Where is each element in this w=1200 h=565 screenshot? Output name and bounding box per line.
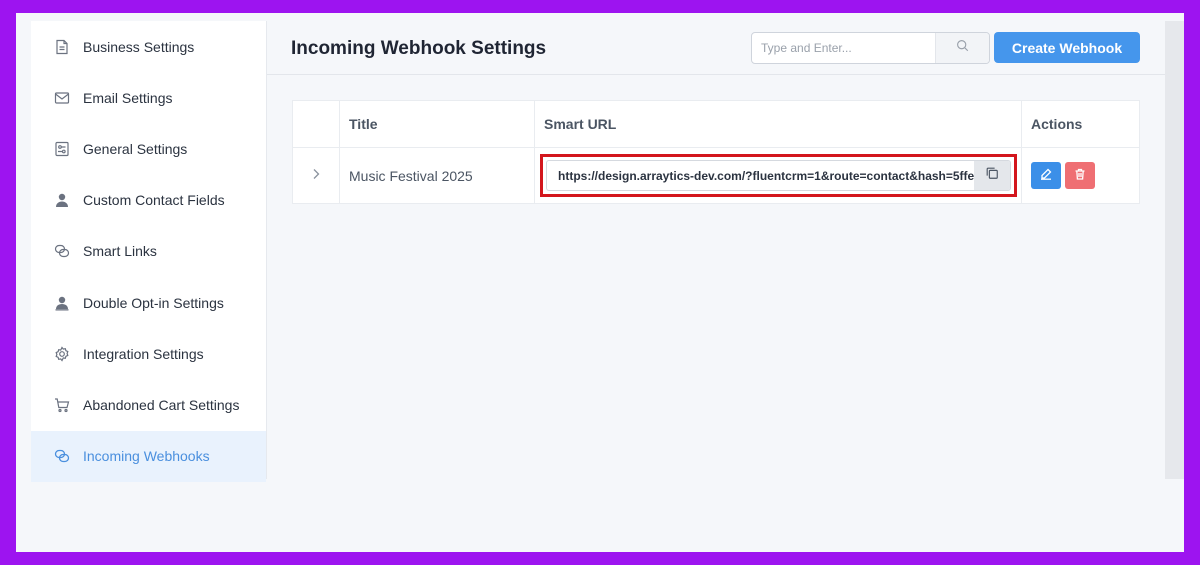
smart-url-text[interactable]: https://design.arraytics-dev.com/?fluent… [547, 169, 974, 183]
user-check-icon [53, 294, 71, 312]
table-row: Music Festival 2025 https://design.array… [293, 148, 1139, 203]
create-webhook-button[interactable]: Create Webhook [994, 32, 1140, 63]
sidebar-item-general-settings[interactable]: General Settings [31, 123, 266, 174]
trash-icon [1074, 167, 1086, 185]
smart-url-field: https://design.arraytics-dev.com/?fluent… [546, 160, 1011, 191]
search-button[interactable] [935, 33, 989, 63]
sidebar-item-label: Custom Contact Fields [83, 192, 225, 209]
delete-button[interactable] [1065, 162, 1095, 189]
column-header-title: Title [340, 101, 535, 147]
actions-cell [1022, 148, 1139, 203]
user-icon [53, 191, 71, 209]
settings-sidebar: Business Settings Email Settings General… [31, 21, 267, 482]
gear-icon [53, 345, 71, 363]
sidebar-item-label: Incoming Webhooks [83, 448, 210, 465]
search-box [751, 32, 990, 64]
copy-icon [985, 166, 999, 185]
table-header-row: Title Smart URL Actions [293, 101, 1139, 148]
sidebar-item-label: Business Settings [83, 38, 195, 55]
pencil-icon [1040, 167, 1052, 185]
webhooks-table: Title Smart URL Actions Music Festival 2… [292, 100, 1140, 204]
copy-url-button[interactable] [974, 161, 1010, 190]
sidebar-item-smart-links[interactable]: Smart Links [31, 226, 266, 277]
sidebar-item-double-opt-in-settings[interactable]: Double Opt-in Settings [31, 277, 266, 328]
sidebar-item-incoming-webhooks[interactable]: Incoming Webhooks [31, 430, 266, 482]
url-highlight-box: https://design.arraytics-dev.com/?fluent… [540, 154, 1017, 197]
sidebar-item-custom-contact-fields[interactable]: Custom Contact Fields [31, 175, 266, 226]
sidebar-item-label: General Settings [83, 140, 188, 157]
column-header-actions: Actions [1031, 116, 1083, 132]
sliders-icon [53, 140, 71, 158]
search-icon [956, 39, 969, 57]
sidebar-item-label: Abandoned Cart Settings [83, 396, 240, 413]
chevron-right-icon[interactable] [311, 167, 321, 184]
column-header-smart-url: Smart URL [535, 101, 1022, 147]
sidebar-item-integration-settings[interactable]: Integration Settings [31, 328, 266, 379]
page-title: Incoming Webhook Settings [291, 38, 547, 59]
sidebar-item-label: Smart Links [83, 243, 157, 260]
search-input[interactable] [752, 33, 935, 63]
sidebar-item-email-settings[interactable]: Email Settings [31, 72, 266, 123]
page-header: Incoming Webhook Settings Create Webhook [267, 21, 1165, 75]
sidebar-item-abandoned-cart-settings[interactable]: Abandoned Cart Settings [31, 379, 266, 430]
sidebar-item-label: Integration Settings [83, 345, 204, 362]
main-content: Incoming Webhook Settings Create Webhook… [267, 21, 1165, 479]
sidebar-item-business-settings[interactable]: Business Settings [31, 21, 266, 72]
document-icon [53, 38, 71, 56]
app-frame: Business Settings Email Settings General… [16, 13, 1184, 552]
link-icon [53, 242, 71, 260]
smart-url-cell: https://design.arraytics-dev.com/?fluent… [535, 148, 1022, 203]
webhook-title: Music Festival 2025 [340, 148, 535, 203]
cart-icon [53, 396, 71, 414]
column-header-expand [293, 101, 340, 147]
envelope-icon [53, 89, 71, 107]
webhook-icon [53, 447, 71, 465]
sidebar-item-label: Email Settings [83, 89, 173, 106]
sidebar-item-label: Double Opt-in Settings [83, 294, 224, 311]
expand-cell [293, 148, 340, 203]
edit-button[interactable] [1031, 162, 1061, 189]
scrollbar-track[interactable] [1165, 21, 1184, 479]
